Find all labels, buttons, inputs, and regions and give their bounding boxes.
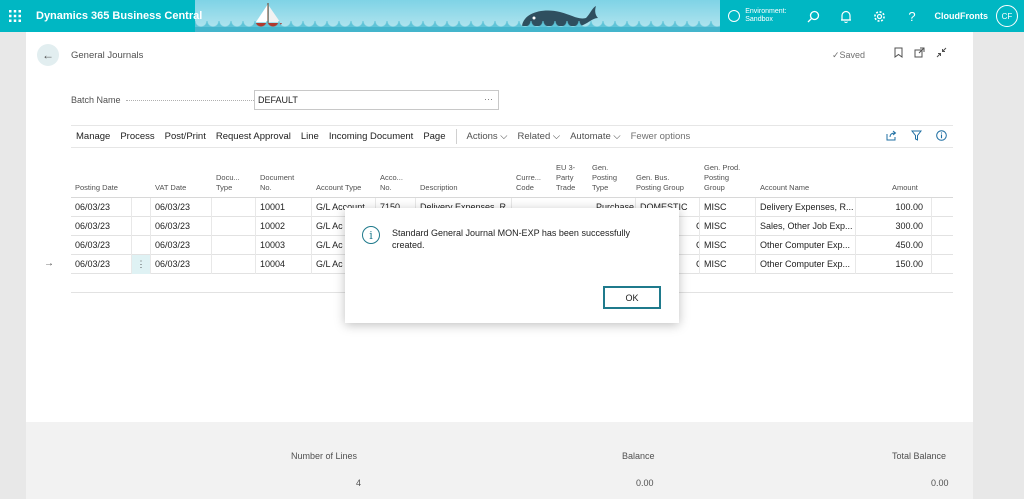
environment-icon — [728, 10, 741, 22]
help-icon[interactable]: ? — [896, 0, 929, 32]
dialog-message: Standard General Journal MON-EXP has bee… — [392, 228, 630, 250]
app-title[interactable]: Dynamics 365 Business Central — [30, 10, 202, 22]
info-icon: i — [362, 226, 380, 244]
search-icon[interactable] — [797, 0, 830, 32]
settings-gear-icon[interactable] — [863, 0, 896, 32]
top-right-controls: Environment: Sandbox ? CloudFronts CF — [720, 0, 1024, 32]
app-launcher-icon[interactable] — [0, 0, 30, 32]
environment-value: Sandbox — [745, 16, 773, 23]
banner-decoration — [195, 0, 740, 32]
confirmation-dialog: i Standard General Journal MON-EXP has b… — [345, 208, 679, 323]
environment-indicator[interactable]: Environment: Sandbox — [724, 8, 796, 24]
top-bar: Dynamics 365 Business Central Environmen… — [0, 0, 1024, 32]
tenant-name[interactable]: CloudFronts — [929, 11, 997, 21]
environment-label: Environment: — [745, 8, 787, 15]
avatar[interactable]: CF — [996, 5, 1018, 27]
ok-button[interactable]: OK — [604, 287, 660, 308]
notification-bell-icon[interactable] — [830, 0, 863, 32]
